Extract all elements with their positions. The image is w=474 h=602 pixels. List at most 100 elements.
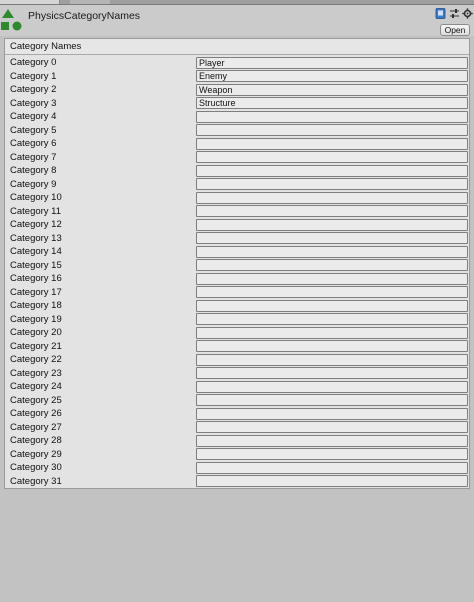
category-row: Category 30 (5, 461, 469, 475)
category-row: Category 13 (5, 232, 469, 246)
category-label: Category 27 (10, 421, 62, 433)
category-label: Category 4 (10, 111, 57, 122)
category-label: Category 23 (10, 367, 62, 379)
category-name-field[interactable] (196, 124, 468, 136)
category-name-field[interactable] (196, 110, 468, 123)
category-name-field[interactable] (196, 56, 468, 69)
category-row: Category 26 (5, 407, 469, 421)
category-row: Category 11 (5, 205, 469, 219)
category-label: Category 14 (10, 246, 62, 257)
category-row: Category 15 (5, 259, 469, 273)
settings-gear-icon[interactable] (462, 8, 473, 19)
category-name-field[interactable] (196, 353, 468, 366)
category-row: Category 20 (5, 326, 469, 340)
category-row: Category 21 (5, 340, 469, 354)
category-label: Category 15 (10, 259, 62, 271)
category-label: Category 16 (10, 273, 62, 284)
physics-asset-icon (1, 9, 22, 31)
category-name-field[interactable] (196, 299, 468, 312)
category-row: Category 0 (5, 56, 469, 70)
section-title: Category Names (10, 41, 82, 52)
category-name-field[interactable] (196, 137, 468, 150)
category-label: Category 28 (10, 435, 62, 446)
category-name-field[interactable] (196, 218, 468, 231)
category-row: Category 22 (5, 353, 469, 367)
category-row: Category 19 (5, 313, 469, 327)
category-label: Category 22 (10, 354, 62, 365)
category-label: Category 13 (10, 232, 62, 244)
category-row: Category 23 (5, 367, 469, 381)
inspector-tab[interactable] (0, 0, 60, 4)
category-row: Category 16 (5, 272, 469, 286)
help-book-icon[interactable] (435, 8, 446, 19)
category-label: Category 5 (10, 124, 57, 136)
open-button[interactable]: Open (440, 24, 470, 36)
category-name-field[interactable] (196, 245, 468, 258)
category-label: Category 21 (10, 340, 62, 352)
category-name-field[interactable] (196, 205, 468, 217)
category-name-field[interactable] (196, 380, 468, 393)
category-name-field[interactable] (196, 164, 468, 177)
category-name-field[interactable] (196, 151, 468, 163)
inspector-header: PhysicsCategoryNames Open (0, 5, 474, 36)
category-row: Category 24 (5, 380, 469, 394)
category-name-field[interactable] (196, 70, 468, 82)
category-row: Category 3 (5, 97, 469, 111)
category-label: Category 26 (10, 408, 62, 419)
category-row: Category 29 (5, 448, 469, 462)
category-label: Category 6 (10, 138, 57, 149)
category-label: Category 11 (10, 205, 62, 217)
category-name-field[interactable] (196, 259, 468, 271)
category-name-field[interactable] (196, 448, 468, 460)
category-name-field[interactable] (196, 434, 468, 447)
category-name-field[interactable] (196, 232, 468, 244)
category-names-panel: Category Names Category 0Category 1Categ… (4, 38, 470, 489)
category-label: Category 10 (10, 192, 62, 203)
category-name-field[interactable] (196, 367, 468, 379)
category-name-field[interactable] (196, 313, 468, 325)
category-row: Category 8 (5, 164, 469, 178)
category-label: Category 18 (10, 300, 62, 311)
category-label: Category 30 (10, 462, 62, 473)
category-row: Category 1 (5, 70, 469, 84)
category-name-field[interactable] (196, 191, 468, 204)
category-row: Category 27 (5, 421, 469, 435)
category-name-field[interactable] (196, 461, 468, 474)
category-label: Category 1 (10, 70, 57, 82)
category-row: Category 28 (5, 434, 469, 448)
category-label: Category 12 (10, 219, 62, 230)
category-row: Category 18 (5, 299, 469, 313)
category-label: Category 9 (10, 178, 57, 190)
category-label: Category 24 (10, 381, 62, 392)
category-name-field[interactable] (196, 394, 468, 406)
category-label: Category 25 (10, 394, 62, 406)
category-row: Category 5 (5, 124, 469, 138)
category-name-field[interactable] (196, 407, 468, 420)
category-row: Category 7 (5, 151, 469, 165)
category-label: Category 19 (10, 313, 62, 325)
category-name-field[interactable] (196, 97, 468, 109)
asset-title: PhysicsCategoryNames (28, 10, 141, 22)
category-row: Category 10 (5, 191, 469, 205)
category-name-field[interactable] (196, 272, 468, 285)
category-name-field[interactable] (196, 340, 468, 352)
presets-sliders-icon[interactable] (449, 8, 460, 19)
category-row: Category 25 (5, 394, 469, 408)
category-name-field[interactable] (196, 286, 468, 298)
category-row: Category 2 (5, 83, 469, 97)
category-row: Category 4 (5, 110, 469, 124)
category-name-field[interactable] (196, 421, 468, 433)
category-label: Category 7 (10, 151, 57, 163)
category-row: Category 9 (5, 178, 469, 192)
category-name-field[interactable] (196, 326, 468, 339)
category-name-field[interactable] (196, 178, 468, 190)
category-row: Category 31 (5, 475, 469, 489)
category-label: Category 3 (10, 97, 57, 109)
category-name-field[interactable] (196, 475, 468, 487)
category-row: Category 6 (5, 137, 469, 151)
category-label: Category 0 (10, 57, 57, 68)
category-label: Category 8 (10, 165, 57, 176)
category-name-field[interactable] (196, 83, 468, 96)
secondary-tab[interactable] (70, 0, 110, 4)
section-header: Category Names (5, 39, 469, 55)
